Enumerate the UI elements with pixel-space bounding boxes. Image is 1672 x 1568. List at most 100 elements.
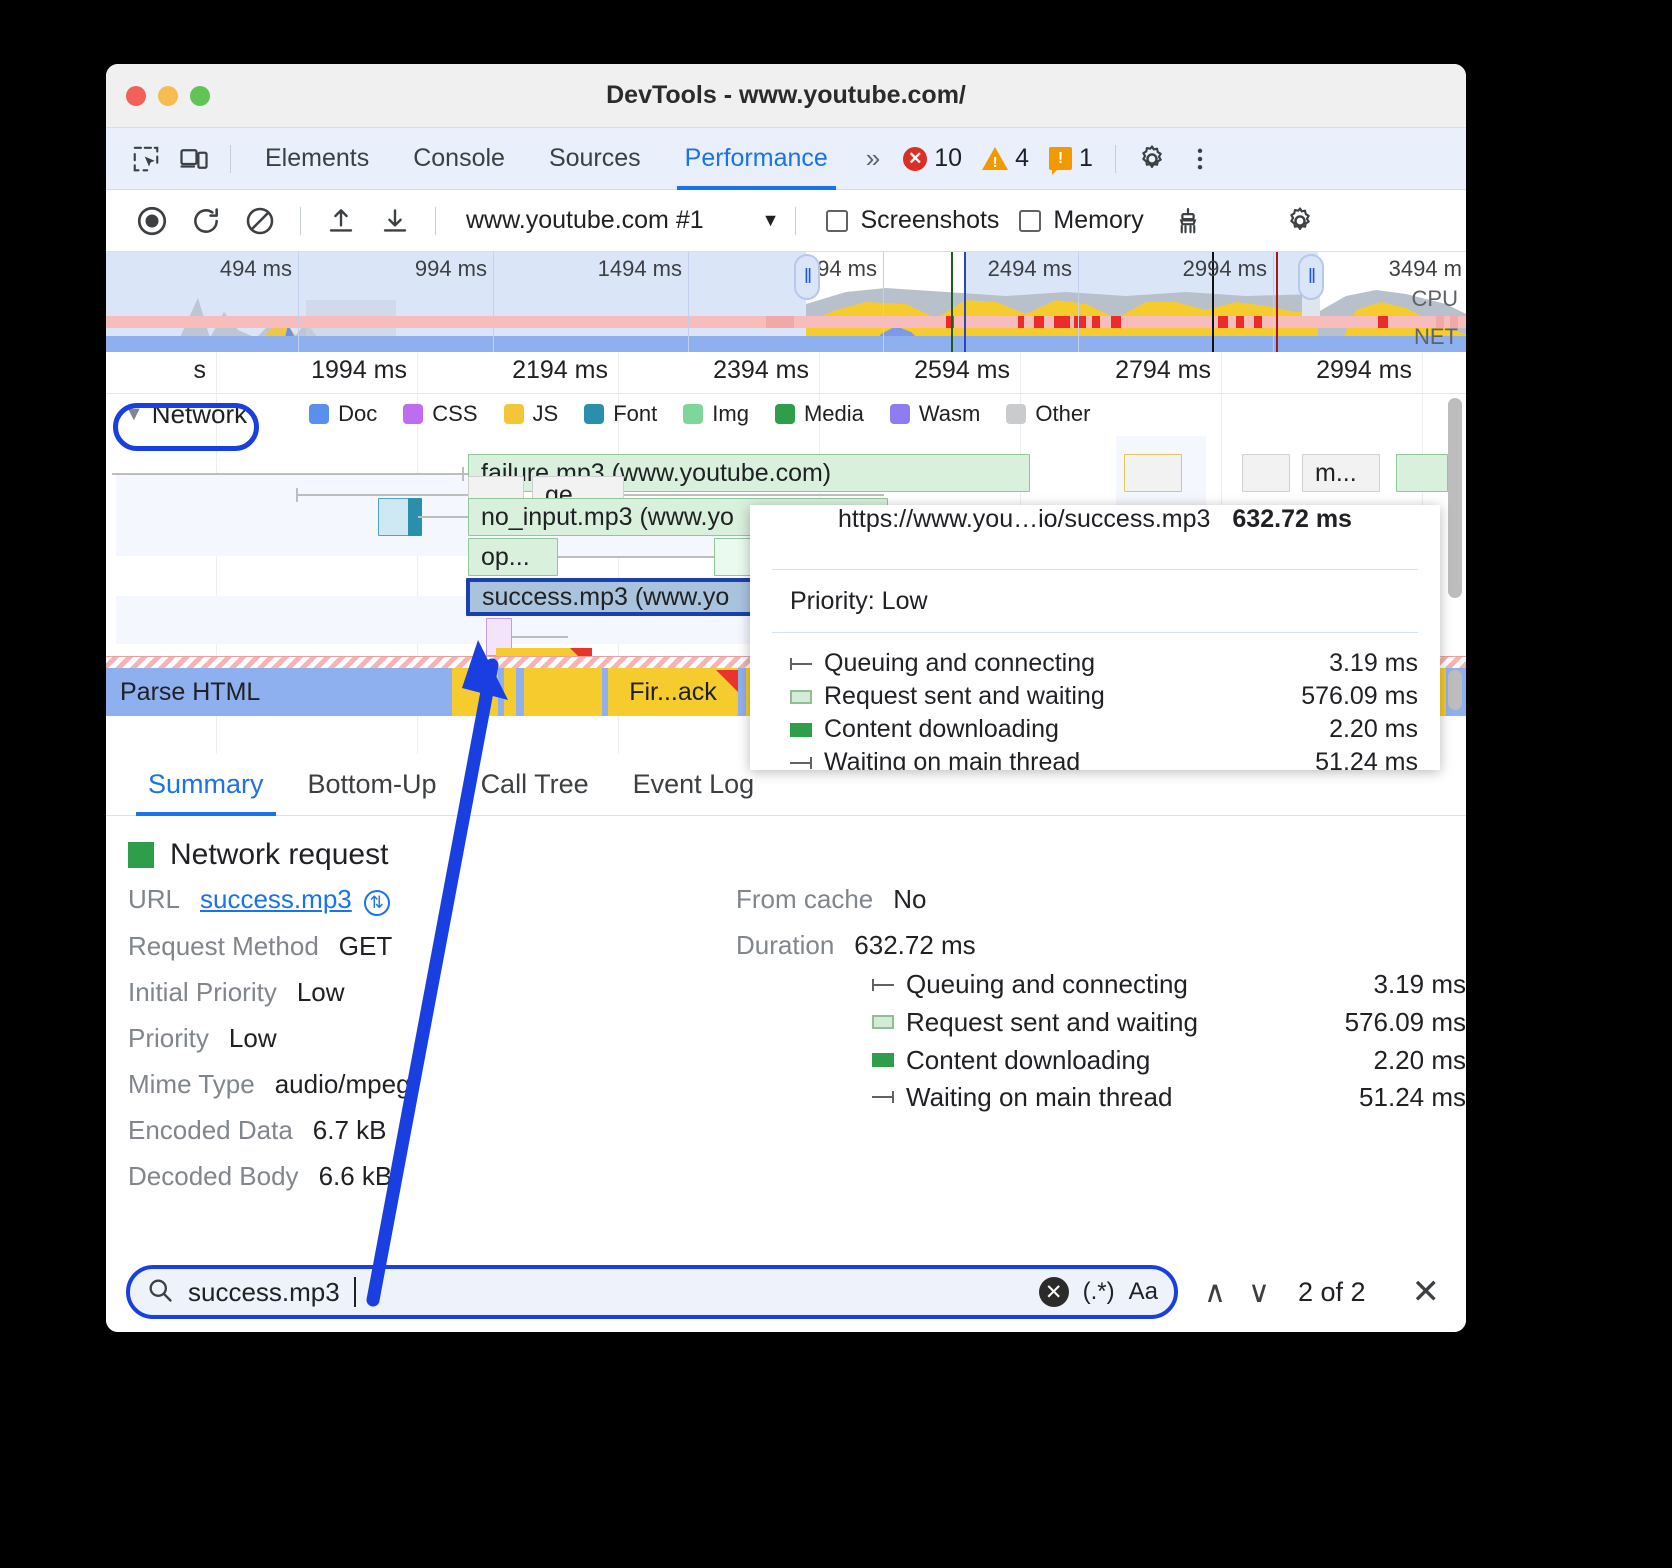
- traffic-lights: [126, 86, 210, 106]
- tab-performance[interactable]: Performance: [665, 128, 848, 190]
- network-row-misc[interactable]: m...: [1302, 454, 1380, 492]
- legend-item-font: Font: [584, 401, 657, 427]
- gear-icon[interactable]: [1130, 137, 1174, 181]
- error-count: 10: [934, 144, 962, 173]
- toolbar-divider: [230, 145, 231, 173]
- summary-breakdown-label: Queuing and connecting: [906, 969, 1306, 1000]
- capture-settings-gear-icon[interactable]: [1276, 197, 1324, 245]
- info-counter[interactable]: ! 1: [1041, 144, 1101, 173]
- load-profile-icon[interactable]: [317, 197, 365, 245]
- flame-vertical-scrollbar-2[interactable]: [1448, 670, 1462, 710]
- overview-tick-label: 494 ms: [158, 256, 292, 282]
- info-icon: !: [1049, 147, 1072, 170]
- bar-solid-icon: [872, 1053, 906, 1067]
- tab-console[interactable]: Console: [393, 128, 525, 190]
- error-counter[interactable]: ✕ 10: [895, 144, 970, 173]
- search-prev-icon[interactable]: ∧: [1204, 1275, 1226, 1310]
- error-icon: ✕: [903, 147, 927, 171]
- overview-gridline: [688, 252, 689, 352]
- search-next-icon[interactable]: ∨: [1248, 1275, 1270, 1310]
- summary-breakdown-label: Waiting on main thread: [906, 1082, 1306, 1113]
- overview-window-handle-right[interactable]: ‖: [1298, 254, 1324, 300]
- more-tabs-icon[interactable]: »: [852, 143, 891, 174]
- request-wait-line: [112, 473, 468, 475]
- summary-title-row: Network request: [128, 838, 1466, 872]
- legend-swatch-font: [584, 404, 604, 424]
- tab-call-tree[interactable]: Call Tree: [459, 754, 611, 816]
- network-row-op[interactable]: op...: [468, 538, 558, 576]
- tooltip-label: Waiting on main thread: [824, 748, 1315, 770]
- inspect-element-icon[interactable]: [124, 137, 168, 181]
- network-row-misc[interactable]: [1396, 454, 1448, 492]
- regex-toggle[interactable]: (.*): [1083, 1278, 1115, 1306]
- main-block[interactable]: [504, 668, 516, 716]
- tooltip-value: 51.24 ms: [1315, 748, 1418, 770]
- summary-row-encoded-data: Encoded Data 6.7 kB: [128, 1115, 644, 1146]
- tooltip-total-duration: 632.72 ms: [1232, 505, 1352, 534]
- summary-right-column: From cache No Duration 632.72 ms Queuing…: [644, 884, 1466, 1207]
- timeline-overview[interactable]: 494 ms 994 ms 1494 ms 1994 ms 2494 ms 29…: [106, 252, 1466, 352]
- network-row-font[interactable]: [378, 498, 410, 536]
- match-case-toggle[interactable]: Aa: [1129, 1278, 1158, 1306]
- overview-window-handle-left[interactable]: ‖: [794, 254, 820, 300]
- search-navigation: ∧ ∨ 2 of 2 ✕: [1204, 1272, 1446, 1312]
- network-row-misc[interactable]: [1242, 454, 1290, 492]
- tab-bottom-up[interactable]: Bottom-Up: [286, 754, 459, 816]
- minimize-window-button[interactable]: [158, 86, 178, 106]
- close-search-icon[interactable]: ✕: [1412, 1272, 1441, 1312]
- summary-breakdown-value: 576.09 ms: [1306, 1007, 1466, 1038]
- maximize-window-button[interactable]: [190, 86, 210, 106]
- legend-item-media: Media: [775, 401, 864, 427]
- record-icon[interactable]: [128, 197, 176, 245]
- summary-left-column: URL success.mp3 ⇅ Request Method GET Ini…: [106, 884, 644, 1207]
- summary-row-url: URL success.mp3 ⇅: [128, 884, 644, 916]
- tab-elements[interactable]: Elements: [245, 128, 389, 190]
- overview-marker-red: [1276, 252, 1278, 352]
- tooltip-url: https://www.you…io/success.mp3: [838, 505, 1210, 534]
- perfbar-divider: [300, 207, 301, 235]
- summary-row-request-method: Request Method GET: [128, 931, 644, 962]
- tab-summary[interactable]: Summary: [126, 754, 286, 816]
- profile-dropdown[interactable]: www.youtube.com #1 ▼: [466, 206, 779, 235]
- clear-input-icon[interactable]: ✕: [1039, 1277, 1069, 1307]
- summary-breakdown-value: 3.19 ms: [1306, 969, 1466, 1000]
- window-titlebar: DevTools - www.youtube.com/: [106, 64, 1466, 128]
- main-block[interactable]: [452, 668, 498, 716]
- kebab-menu-icon[interactable]: [1178, 137, 1222, 181]
- request-wait-line: [558, 556, 718, 558]
- main-track-label: Parse HTML: [120, 678, 260, 707]
- network-row-misc[interactable]: [1124, 454, 1182, 492]
- flame-ruler[interactable]: s 1994 ms 2194 ms 2394 ms 2594 ms 2794 m…: [106, 352, 1466, 394]
- device-toolbar-icon[interactable]: [172, 137, 216, 181]
- open-in-network-panel-icon[interactable]: ⇅: [364, 890, 390, 916]
- tooltip-label: Queuing and connecting: [824, 649, 1329, 678]
- search-result-count: 2 of 2: [1298, 1277, 1366, 1308]
- annotation-ring-network: [113, 403, 259, 451]
- summary-value-url[interactable]: success.mp3: [200, 884, 352, 915]
- clear-icon[interactable]: [236, 197, 284, 245]
- memory-checkbox[interactable]: Memory: [1019, 206, 1143, 235]
- request-wait-line: [512, 636, 568, 638]
- search-input[interactable]: success.mp3 ✕ (.*) Aa: [126, 1265, 1178, 1319]
- overview-gridline: [883, 252, 884, 352]
- devtools-tabstrip: Elements Console Sources Performance » ✕…: [106, 128, 1466, 190]
- save-profile-icon[interactable]: [371, 197, 419, 245]
- overview-tick-label: 3494 m: [1328, 256, 1462, 282]
- main-block[interactable]: [524, 668, 602, 716]
- screenshots-checkbox[interactable]: Screenshots: [826, 206, 999, 235]
- bar-hollow-icon: [790, 690, 824, 704]
- overview-gridline: [298, 252, 299, 352]
- legend-swatch-css: [403, 404, 423, 424]
- tab-sources[interactable]: Sources: [529, 128, 661, 190]
- summary-value-initial-priority: Low: [297, 977, 345, 1008]
- summary-row-decoded-body: Decoded Body 6.6 kB: [128, 1161, 644, 1192]
- whisker-left-icon: [790, 658, 824, 670]
- reload-and-record-icon[interactable]: [182, 197, 230, 245]
- overview-gridline: [1078, 252, 1079, 352]
- warning-counter[interactable]: ! 4: [974, 144, 1037, 173]
- legend-label-img: Img: [712, 401, 749, 427]
- collect-garbage-icon[interactable]: [1164, 197, 1212, 245]
- close-window-button[interactable]: [126, 86, 146, 106]
- summary-key-initial-priority: Initial Priority: [128, 977, 277, 1008]
- summary-key-encoded-data: Encoded Data: [128, 1115, 293, 1146]
